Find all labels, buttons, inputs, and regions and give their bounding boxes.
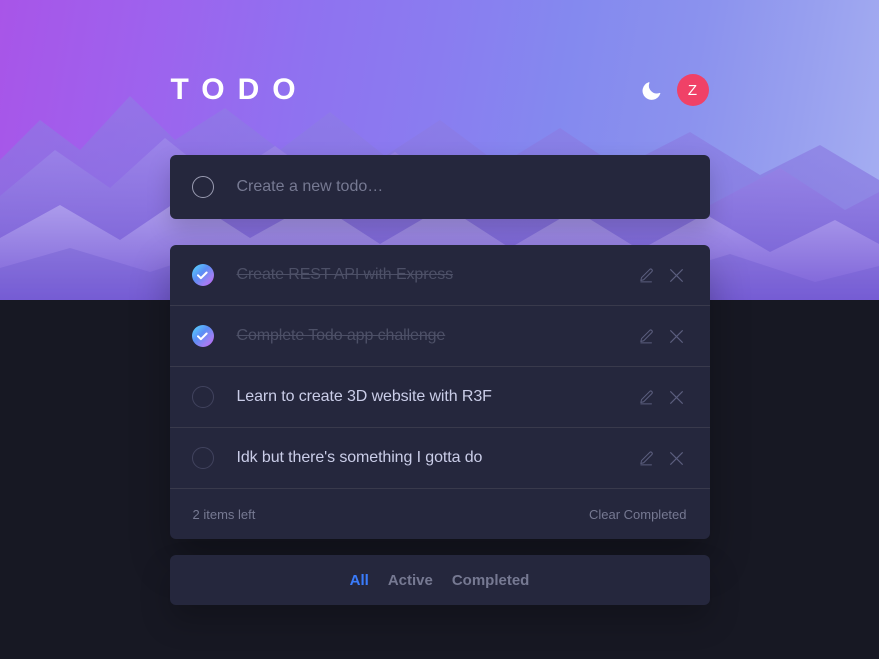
todo-checkbox[interactable] — [191, 447, 214, 469]
pencil-icon[interactable] — [636, 447, 658, 469]
filter-active[interactable]: Active — [388, 572, 433, 589]
create-todo-row — [169, 155, 710, 219]
todo-label: Idk but there's something I gotta do — [236, 449, 483, 466]
clear-completed-button[interactable]: Clear Completed — [589, 507, 687, 522]
pencil-icon[interactable] — [636, 264, 658, 286]
todo-row: Create REST API with Express — [169, 245, 710, 306]
todo-row: Complete Todo app challenge — [169, 306, 710, 367]
todo-row: Idk but there's something I gotta do — [169, 428, 710, 489]
todo-checkbox[interactable] — [191, 386, 214, 408]
todo-app: TODO Z Create REST API with Express Compl… — [169, 0, 710, 605]
todo-row-actions — [636, 447, 688, 469]
todo-row-actions — [636, 386, 688, 408]
todo-list-card: Create REST API with Express Complete Tod… — [169, 245, 710, 539]
filter-bar: All Active Completed — [169, 555, 710, 605]
moon-icon[interactable] — [640, 78, 664, 102]
todo-label: Complete Todo app challenge — [236, 327, 446, 344]
filter-completed[interactable]: Completed — [452, 572, 530, 589]
todo-list: Create REST API with Express Complete Tod… — [169, 245, 710, 489]
pencil-icon[interactable] — [636, 386, 658, 408]
todo-label: Learn to create 3D website with R3F — [236, 388, 492, 405]
create-todo-check-circle[interactable] — [191, 176, 214, 198]
filter-all[interactable]: All — [350, 572, 369, 589]
avatar[interactable]: Z — [676, 74, 709, 106]
page-title: TODO — [170, 73, 309, 106]
close-icon[interactable] — [666, 386, 688, 408]
close-icon[interactable] — [666, 264, 688, 286]
create-todo-input[interactable] — [236, 178, 688, 196]
close-icon[interactable] — [666, 325, 688, 347]
todo-row: Learn to create 3D website with R3F — [169, 367, 710, 428]
close-icon[interactable] — [666, 447, 688, 469]
todo-label: Create REST API with Express — [236, 266, 454, 283]
app-header: TODO Z — [170, 70, 710, 110]
header-actions: Z — [640, 74, 709, 106]
pencil-icon[interactable] — [636, 325, 658, 347]
items-left-count: 2 items left — [192, 506, 256, 522]
avatar-initial: Z — [687, 81, 698, 99]
todo-checkbox[interactable] — [191, 325, 214, 347]
todo-row-actions — [636, 264, 688, 286]
todo-list-footer: 2 items left Clear Completed — [170, 489, 710, 539]
todo-row-actions — [636, 325, 688, 347]
todo-checkbox[interactable] — [191, 264, 214, 286]
